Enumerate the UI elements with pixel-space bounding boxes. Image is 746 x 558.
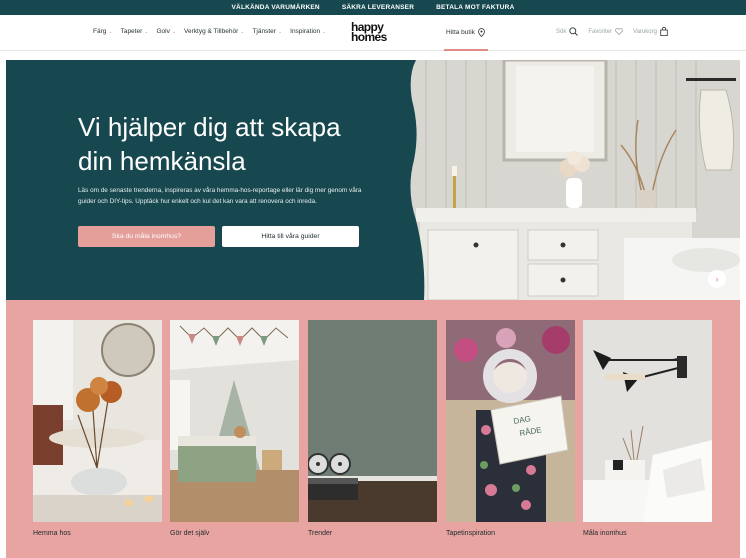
menu-item-label: Färg	[93, 28, 107, 35]
chevron-down-icon: ⌄	[322, 28, 327, 35]
favorites-label: Favoriter	[588, 28, 613, 35]
category-image-trender	[308, 320, 437, 522]
favorites-button[interactable]: Favoriter	[588, 28, 623, 35]
menu-item-tapeter[interactable]: Tapeter ⌄	[121, 28, 149, 35]
category-label-hemma-hos[interactable]: Hemma hos	[33, 530, 71, 537]
category-card-hemma-hos[interactable]	[33, 320, 162, 522]
cart-label: Varukorg	[633, 28, 657, 35]
category-card-tapetinspiration[interactable]: DAG RÅDE	[446, 320, 575, 522]
active-indicator	[444, 49, 488, 51]
menu-item-verktyg[interactable]: Verktyg & Tillbehör ⌄	[184, 28, 244, 35]
menu-item-golv[interactable]: Golv ⌄	[156, 28, 176, 35]
site-logo[interactable]: happy homes	[351, 21, 397, 44]
hero-description: Läs om de senaste trenderna, inspireras …	[78, 187, 362, 205]
logo-line-2: homes	[351, 30, 387, 44]
menu-item-label: Tjänster	[252, 28, 276, 35]
menu-item-label: Inspiration	[290, 28, 321, 35]
hero-title: Vi hjälper dig att skapa din hemkänsla	[78, 110, 398, 178]
arrow-left-icon[interactable]: ‹	[666, 270, 684, 288]
main-menu: Färg ⌄ Tapeter ⌄ Golv ⌄ Verktyg & Tillbehör…	[93, 28, 334, 35]
menu-item-farg[interactable]: Färg ⌄	[93, 28, 113, 35]
usp-delivery: SÄKRA LEVERANSER	[341, 4, 415, 11]
category-label-mala-inomhus[interactable]: Måla inomhus	[583, 530, 627, 537]
category-image-tapetinspiration: DAG RÅDE	[446, 320, 575, 522]
find-store-link[interactable]: Hitta butik	[446, 28, 485, 37]
hero-image	[406, 60, 740, 300]
menu-item-tjanster[interactable]: Tjänster ⌄	[252, 28, 282, 35]
chevron-down-icon: ⌄	[277, 28, 283, 35]
map-pin-icon	[478, 28, 485, 37]
category-card-gor-det-sjalv[interactable]	[170, 320, 299, 522]
top-bar: VÄLKÄNDA VARUMÄRKEN SÄKRA LEVERANSER BET…	[0, 0, 746, 15]
find-store-label: Hitta butik	[446, 29, 475, 36]
hero-title-line-1: Vi hjälper dig att skapa	[78, 112, 341, 142]
chevron-down-icon: ⌄	[144, 28, 149, 35]
category-card-mala-inomhus[interactable]	[583, 320, 712, 522]
arrow-right-icon[interactable]: ›	[708, 270, 726, 288]
header-tools: Sök Favoriter Varukorg	[556, 27, 668, 36]
category-label-trender[interactable]: Trender	[308, 530, 332, 537]
category-section: Hemma hos Gör det själv Trender DAG RÅDE…	[6, 300, 740, 558]
menu-item-label: Verktyg & Tillbehör	[184, 28, 239, 35]
usp-brands: VÄLKÄNDA VARUMÄRKEN	[231, 4, 320, 11]
chevron-down-icon: ⌄	[240, 28, 245, 35]
search-icon	[569, 27, 579, 36]
paint-indoors-button[interactable]: Ska du måla inomhus?	[78, 226, 215, 247]
hero-banner: Vi hjälper dig att skapa din hemkänsla L…	[6, 60, 740, 300]
heart-icon	[615, 28, 623, 35]
cart-button[interactable]: Varukorg	[633, 27, 668, 36]
category-image-gor-det-sjalv	[170, 320, 299, 522]
chevron-down-icon: ⌄	[171, 28, 177, 35]
menu-item-label: Golv	[156, 28, 170, 35]
guides-button[interactable]: Hitta till våra guider	[222, 226, 359, 247]
bag-icon	[660, 27, 668, 36]
category-label-gor-det-sjalv[interactable]: Gör det själv	[170, 530, 209, 537]
category-image-hemma-hos	[33, 320, 162, 522]
chevron-down-icon: ⌄	[108, 28, 113, 35]
category-card-trender[interactable]	[308, 320, 437, 522]
category-label-tapetinspiration[interactable]: Tapetinspiration	[446, 530, 495, 537]
search-button[interactable]: Sök	[556, 27, 579, 36]
search-label: Sök	[556, 28, 567, 35]
usp-invoice: BETALA MOT FAKTURA	[436, 4, 515, 11]
category-image-mala-inomhus	[583, 320, 712, 522]
menu-item-inspiration[interactable]: Inspiration ⌄	[290, 28, 326, 35]
menu-item-label: Tapeter	[120, 28, 143, 35]
main-navigation: Färg ⌄ Tapeter ⌄ Golv ⌄ Verktyg & Tillbehör…	[0, 15, 746, 51]
hero-title-line-2: din hemkänsla	[78, 146, 246, 176]
